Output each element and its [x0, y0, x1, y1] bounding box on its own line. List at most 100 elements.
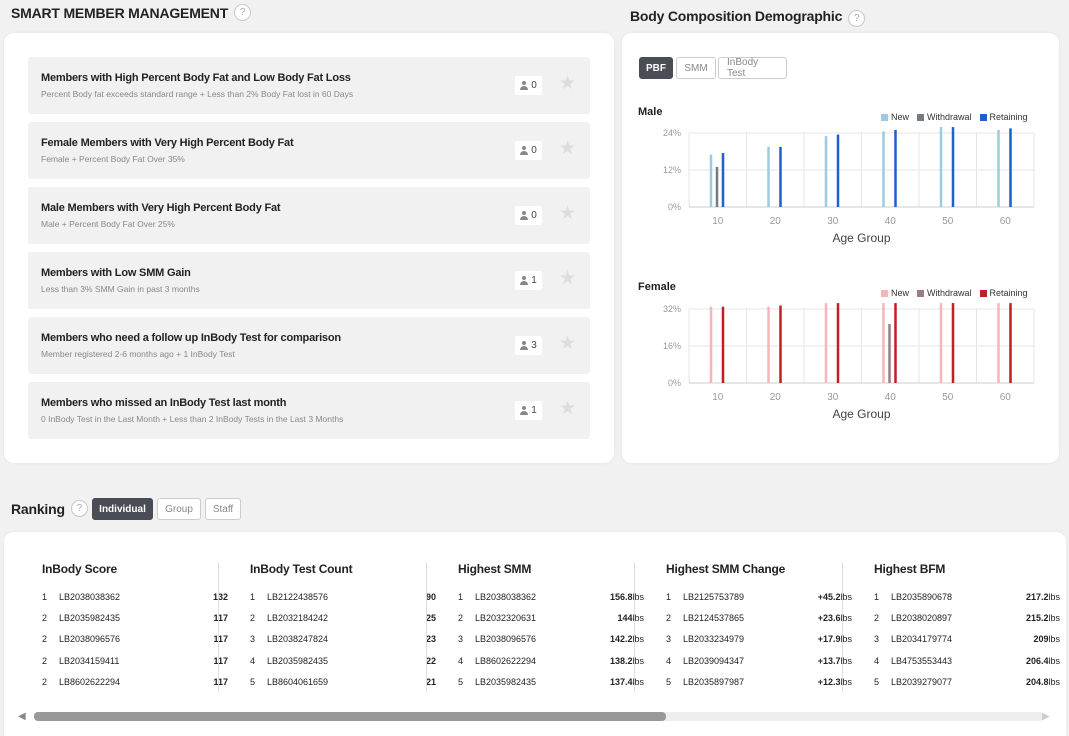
member-id[interactable]: LB2035897987	[683, 677, 792, 687]
ranking-row[interactable]: 4 LB2039094347 +13.7lbs	[666, 650, 852, 671]
star-icon[interactable]: ★	[559, 204, 576, 223]
member-id[interactable]: LB2038038362	[59, 592, 168, 602]
member-id[interactable]: LB2038096576	[59, 634, 168, 644]
smm-list-item[interactable]: Members who need a follow up InBody Test…	[28, 317, 590, 374]
ranking-row[interactable]: 1 LB2122438576 90	[250, 586, 436, 607]
star-icon[interactable]: ★	[559, 269, 576, 288]
bar-retaining-50[interactable]	[951, 127, 955, 207]
ranking-row[interactable]: 1 LB2038038362 156.8lbs	[458, 586, 644, 607]
bar-retaining-60[interactable]	[1009, 128, 1012, 207]
bar-retaining-30[interactable]	[836, 303, 840, 383]
ranking-row[interactable]: 4 LB4753553443 206.4lbs	[874, 650, 1060, 671]
member-id[interactable]: LB2033234979	[683, 634, 792, 644]
bar-new-30[interactable]	[824, 136, 828, 207]
bar-retaining-50[interactable]	[951, 303, 955, 383]
tab-inbody-test[interactable]: InBody Test	[718, 57, 787, 79]
ranking-row[interactable]: 5 LB2035897987 +12.3lbs	[666, 671, 852, 692]
bar-retaining-40[interactable]	[894, 303, 897, 383]
chevron-right-icon[interactable]: ▶	[1042, 711, 1050, 722]
member-id[interactable]: LB2124537865	[683, 613, 792, 623]
help-icon[interactable]: ?	[70, 500, 88, 517]
bar-new-40[interactable]	[882, 131, 885, 207]
member-id[interactable]: LB8602622294	[59, 677, 168, 687]
smm-list-item[interactable]: Members with Low SMM Gain Less than 3% SM…	[28, 252, 590, 309]
bar-new-30[interactable]	[824, 303, 828, 383]
member-count-badge[interactable]: 1	[515, 271, 542, 290]
ranking-row[interactable]: 1 LB2038038362 132	[42, 586, 228, 607]
ranking-row[interactable]: 1 LB2035890678 217.2lbs	[874, 586, 1060, 607]
member-count-badge[interactable]: 0	[515, 206, 542, 225]
horizontal-scrollbar[interactable]	[34, 712, 1044, 721]
ranking-row[interactable]: 5 LB2035982435 137.4lbs	[458, 671, 644, 692]
member-id[interactable]: LB2125753789	[683, 592, 792, 602]
star-icon[interactable]: ★	[559, 139, 576, 158]
ranking-row[interactable]: 3 LB2033234979 +17.9lbs	[666, 629, 852, 650]
ranking-row[interactable]: 4 LB8602622294 138.2lbs	[458, 650, 644, 671]
member-id[interactable]: LB2038038362	[475, 592, 584, 602]
member-id[interactable]: LB8604061659	[267, 677, 376, 687]
member-id[interactable]: LB2038247824	[267, 634, 376, 644]
ranking-row[interactable]: 2 LB8602622294 117	[42, 671, 228, 692]
bar-retaining-30[interactable]	[836, 134, 840, 207]
bar-new-40[interactable]	[882, 303, 885, 383]
ranking-row[interactable]: 3 LB2034179774 209lbs	[874, 629, 1060, 650]
bar-new-20[interactable]	[767, 146, 770, 207]
bar-withdrawal-10[interactable]	[715, 166, 719, 207]
ranking-row[interactable]: 1 LB2125753789 +45.2lbs	[666, 586, 852, 607]
bar-retaining-20[interactable]	[779, 305, 782, 383]
tab-smm[interactable]: SMM	[676, 57, 716, 79]
star-icon[interactable]: ★	[559, 399, 576, 418]
member-id[interactable]: LB2035982435	[267, 656, 376, 666]
member-count-badge[interactable]: 1	[515, 401, 542, 420]
star-icon[interactable]: ★	[559, 334, 576, 353]
smm-list-item[interactable]: Members with High Percent Body Fat and L…	[28, 57, 590, 114]
bar-retaining-20[interactable]	[779, 146, 782, 207]
smm-list-item[interactable]: Members who missed an InBody Test last m…	[28, 382, 590, 439]
member-id[interactable]: LB2035982435	[59, 613, 168, 623]
member-id[interactable]: LB2038096576	[475, 634, 584, 644]
ranking-row[interactable]: 2 LB2124537865 +23.6lbs	[666, 607, 852, 628]
ranking-row[interactable]: 3 LB2038096576 142.2lbs	[458, 629, 644, 650]
member-id[interactable]: LB2034159411	[59, 656, 168, 666]
bar-withdrawal-40[interactable]	[888, 324, 891, 383]
member-id[interactable]: LB2038020897	[891, 613, 1000, 623]
member-id[interactable]: LB2039279077	[891, 677, 1000, 687]
member-id[interactable]: LB2032320631	[475, 613, 584, 623]
smm-list-item[interactable]: Female Members with Very High Percent Bo…	[28, 122, 590, 179]
tab-group[interactable]: Group	[157, 498, 201, 520]
member-id[interactable]: LB2032184242	[267, 613, 376, 623]
member-count-badge[interactable]: 0	[515, 76, 542, 95]
member-id[interactable]: LB2035890678	[891, 592, 1000, 602]
bar-retaining-60[interactable]	[1009, 303, 1012, 383]
member-id[interactable]: LB2034179774	[891, 634, 1000, 644]
smm-list-item[interactable]: Male Members with Very High Percent Body…	[28, 187, 590, 244]
member-id[interactable]: LB2039094347	[683, 656, 792, 666]
help-icon[interactable]: ?	[848, 10, 866, 27]
bar-new-20[interactable]	[767, 306, 770, 383]
bar-new-10[interactable]	[709, 306, 713, 383]
ranking-row[interactable]: 3 LB2038247824 23	[250, 629, 436, 650]
member-id[interactable]: LB2122438576	[267, 592, 376, 602]
member-id[interactable]: LB4753553443	[891, 656, 1000, 666]
ranking-row[interactable]: 2 LB2034159411 117	[42, 650, 228, 671]
bar-new-50[interactable]	[939, 127, 943, 207]
bar-new-10[interactable]	[709, 154, 713, 207]
member-id[interactable]: LB2035982435	[475, 677, 584, 687]
ranking-row[interactable]: 5 LB2039279077 204.8lbs	[874, 671, 1060, 692]
chevron-left-icon[interactable]: ◀	[18, 711, 26, 722]
help-icon[interactable]: ?	[234, 4, 252, 21]
ranking-row[interactable]: 2 LB2038020897 215.2lbs	[874, 607, 1060, 628]
ranking-row[interactable]: 2 LB2038096576 117	[42, 629, 228, 650]
bar-retaining-40[interactable]	[894, 129, 897, 207]
tab-pbf[interactable]: PBF	[639, 57, 673, 79]
bar-retaining-10[interactable]	[721, 153, 725, 207]
bar-new-60[interactable]	[997, 129, 1000, 207]
tab-individual[interactable]: Individual	[92, 498, 153, 520]
member-count-badge[interactable]: 0	[515, 141, 542, 160]
bar-new-60[interactable]	[997, 303, 1000, 383]
tab-staff[interactable]: Staff	[205, 498, 241, 520]
ranking-row[interactable]: 5 LB8604061659 21	[250, 671, 436, 692]
ranking-row[interactable]: 2 LB2032184242 25	[250, 607, 436, 628]
bar-new-50[interactable]	[939, 303, 943, 383]
ranking-row[interactable]: 2 LB2035982435 117	[42, 607, 228, 628]
